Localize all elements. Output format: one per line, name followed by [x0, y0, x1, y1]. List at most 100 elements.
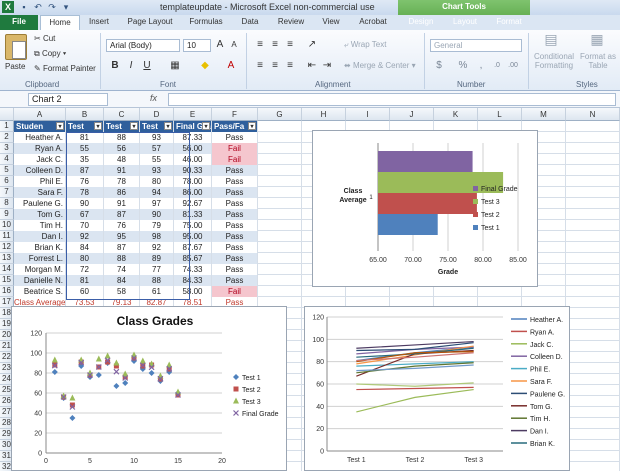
class-grades-scatter-chart[interactable]: Class Grades 0 20 40 60 80 100 120 0 5 10 15 20 Test … — [11, 306, 287, 471]
align-right-icon[interactable]: ≡ — [283, 59, 297, 73]
student-name-cell[interactable]: Morgan M. — [14, 264, 65, 275]
number-format-select[interactable]: General — [430, 39, 522, 52]
row-header[interactable]: 6 — [0, 176, 14, 187]
format-as-table-button[interactable]: Format as Table — [578, 52, 618, 70]
font-name-select[interactable]: Arial (Body) — [106, 39, 180, 52]
student-name-cell[interactable]: Ryan A. — [14, 143, 65, 154]
borders-icon[interactable]: ▦ — [168, 59, 182, 73]
cut-button[interactable]: ✂ Cut — [34, 34, 55, 43]
table-cell[interactable]: Pass — [212, 176, 257, 187]
align-bottom-icon[interactable]: ≡ — [283, 38, 297, 52]
row-header[interactable]: 10 — [0, 220, 14, 231]
tab-formulas[interactable]: Formulas — [184, 15, 228, 30]
filter-dropdown-icon[interactable]: ▾ — [94, 122, 102, 130]
paste-icon[interactable] — [5, 34, 27, 60]
table-cell[interactable]: Pass — [212, 187, 257, 198]
decrease-decimal-icon[interactable]: .00 — [506, 59, 520, 73]
bold-button[interactable]: B — [108, 59, 122, 73]
table-cell[interactable]: Pass — [212, 264, 257, 275]
row-header[interactable]: 8 — [0, 198, 14, 209]
decrease-indent-icon[interactable]: ⇤ — [305, 59, 319, 73]
table-cell[interactable]: Pass — [212, 220, 257, 231]
tab-page-layout[interactable]: Page Layout — [120, 15, 180, 30]
conditional-formatting-button[interactable]: Conditional Formatting — [532, 52, 576, 70]
class-average-bar-chart[interactable]: 65.00 70.00 75.00 80.00 85.00 Class Average 1 Gr… — [312, 130, 538, 287]
tab-view[interactable]: View — [314, 15, 348, 30]
table-header-cell[interactable]: Pass/Fa ▾ — [212, 121, 257, 132]
tab-review[interactable]: Review — [272, 15, 310, 30]
table-header-cell[interactable]: Test ▾ — [104, 121, 139, 132]
student-name-cell[interactable]: Phil E. — [14, 176, 65, 187]
row-header[interactable]: 1 — [0, 121, 14, 132]
comma-button[interactable]: , — [474, 59, 488, 73]
student-name-cell[interactable]: Colleen D. — [14, 165, 65, 176]
align-left-icon[interactable]: ≡ — [253, 59, 267, 73]
filter-dropdown-icon[interactable]: ▾ — [130, 122, 138, 130]
orientation-icon[interactable]: ↗ — [305, 38, 319, 52]
filter-dropdown-icon[interactable]: ▾ — [248, 122, 256, 130]
tab-home[interactable]: Home — [40, 15, 80, 30]
tab-design[interactable]: Design — [400, 15, 442, 30]
table-header-cell[interactable]: Final Grad▾ — [174, 121, 211, 132]
student-name-cell[interactable]: Brian K. — [14, 242, 65, 253]
table-cell[interactable]: Pass — [212, 209, 257, 220]
column-header[interactable]: H — [302, 108, 346, 121]
format-painter-button[interactable]: ✎ Format Painter — [34, 64, 96, 73]
filter-dropdown-icon[interactable]: ▾ — [164, 122, 172, 130]
copy-button[interactable]: ⧉ Copy ▾ — [34, 49, 66, 59]
table-header-cell[interactable]: Studen ▾ — [14, 121, 65, 132]
percent-button[interactable]: % — [456, 59, 470, 73]
row-header[interactable]: 15 — [0, 275, 14, 286]
column-header[interactable]: J — [390, 108, 434, 121]
align-center-icon[interactable]: ≡ — [268, 59, 282, 73]
row-header[interactable]: 16 — [0, 286, 14, 297]
table-cell[interactable]: Pass — [212, 275, 257, 286]
column-header[interactable]: M — [522, 108, 566, 121]
student-name-cell[interactable]: Heather A. — [14, 132, 65, 143]
filter-dropdown-icon[interactable]: ▾ — [56, 122, 64, 130]
tab-insert[interactable]: Insert — [82, 15, 116, 30]
redo-icon[interactable]: ↷ — [46, 1, 58, 13]
increase-indent-icon[interactable]: ⇥ — [320, 59, 334, 73]
align-top-icon[interactable]: ≡ — [253, 38, 267, 52]
align-middle-icon[interactable]: ≡ — [268, 38, 282, 52]
row-header[interactable]: 7 — [0, 187, 14, 198]
student-name-cell[interactable]: Forrest L. — [14, 253, 65, 264]
font-color-icon[interactable]: A — [224, 59, 238, 73]
student-progress-line-chart[interactable]: 0 20 40 60 80 100 120 Test 1 Test 2 Test 3 Heather… — [304, 306, 570, 471]
fx-icon[interactable]: fx — [150, 93, 157, 103]
column-header[interactable]: B — [66, 108, 104, 121]
undo-icon[interactable]: ↶ — [32, 1, 44, 13]
fill-color-icon[interactable]: ◆ — [198, 59, 212, 73]
worksheet-grid[interactable]: A B C D E F G H I J K L M N 1 2 3 4 5 6 7 8 9 10 11 12 13 14 15 16 17 1… — [0, 108, 620, 471]
column-header[interactable]: I — [346, 108, 390, 121]
table-cell[interactable]: Pass — [212, 165, 257, 176]
select-all-corner[interactable] — [0, 108, 14, 121]
table-cell[interactable]: Pass — [212, 132, 257, 143]
row-header[interactable]: 12 — [0, 242, 14, 253]
table-cell[interactable]: Fail — [212, 143, 257, 154]
row-header[interactable]: 11 — [0, 231, 14, 242]
student-name-cell[interactable]: Tim H. — [14, 220, 65, 231]
italic-button[interactable]: I — [124, 59, 138, 73]
tab-file[interactable]: File — [0, 15, 38, 30]
column-header[interactable]: E — [174, 108, 212, 121]
column-header[interactable]: F — [212, 108, 258, 121]
table-cell[interactable]: Fail — [212, 154, 257, 165]
table-cell[interactable]: Pass — [212, 253, 257, 264]
table-cell[interactable]: Pass — [212, 242, 257, 253]
column-header[interactable]: K — [434, 108, 478, 121]
font-size-select[interactable]: 10 — [183, 39, 211, 52]
table-cell[interactable]: Fail — [212, 286, 257, 297]
underline-button[interactable]: U — [140, 59, 154, 73]
student-name-cell[interactable]: Sara F. — [14, 187, 65, 198]
filter-dropdown-icon[interactable]: ▾ — [202, 122, 210, 130]
column-header[interactable]: A — [14, 108, 66, 121]
column-header[interactable]: L — [478, 108, 522, 121]
customize-toolbar-icon[interactable]: ▾ — [60, 1, 72, 13]
row-header[interactable]: 5 — [0, 165, 14, 176]
table-header-cell[interactable]: Test ▾ — [140, 121, 173, 132]
row-header[interactable]: 4 — [0, 154, 14, 165]
student-name-cell[interactable]: Danielle N. — [14, 275, 65, 286]
row-header[interactable]: 13 — [0, 253, 14, 264]
